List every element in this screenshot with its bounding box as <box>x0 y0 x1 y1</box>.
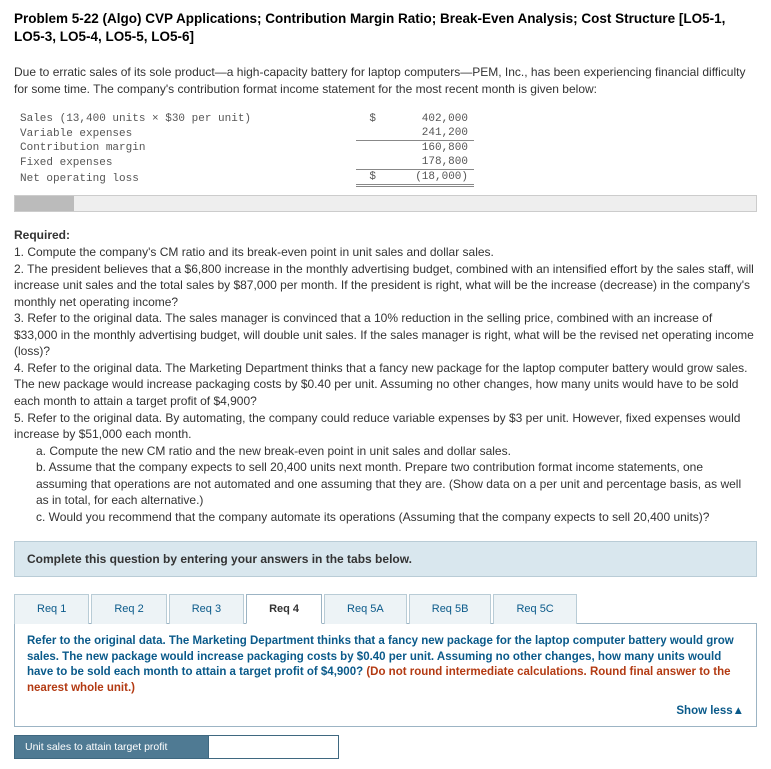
answer-input-label: Unit sales to attain target profit <box>14 735 209 759</box>
row-label: Variable expenses <box>14 126 356 141</box>
instruction-banner: Complete this question by entering your … <box>14 541 757 577</box>
row-value: 241,200 <box>382 126 474 141</box>
row-value: 178,800 <box>382 155 474 170</box>
table-row: Contribution margin 160,800 <box>14 141 474 156</box>
show-less-link[interactable]: Show less▲ <box>676 705 744 717</box>
row-value: (18,000) <box>382 170 474 186</box>
requirement-item: 5. Refer to the original data. By automa… <box>14 410 757 443</box>
requirement-item: 1. Compute the company's CM ratio and it… <box>14 244 757 261</box>
row-label: Contribution margin <box>14 141 356 156</box>
horizontal-scrollbar[interactable] <box>14 195 757 212</box>
tab-bar: Req 1 Req 2 Req 3 Req 4 Req 5A Req 5B Re… <box>14 593 757 624</box>
tab-req5c[interactable]: Req 5C <box>493 594 576 624</box>
row-label: Sales (13,400 units × $30 per unit) <box>14 112 356 126</box>
income-statement: Sales (13,400 units × $30 per unit) $ 40… <box>14 112 757 187</box>
requirement-subitem: c. Would you recommend that the company … <box>36 509 757 526</box>
row-label: Net operating loss <box>14 170 356 186</box>
show-less-row: Show less▲ <box>27 704 744 720</box>
intro-paragraph: Due to erratic sales of its sole product… <box>14 64 757 98</box>
requirement-item: 2. The president believes that a $6,800 … <box>14 261 757 311</box>
requirement-subitem: a. Compute the new CM ratio and the new … <box>36 443 757 460</box>
requirements-list: 1. Compute the company's CM ratio and it… <box>14 244 757 525</box>
tab-req3[interactable]: Req 3 <box>169 594 244 624</box>
panel-instruction: Refer to the original data. The Marketin… <box>27 635 734 694</box>
required-heading: Required: <box>14 228 757 242</box>
scrollbar-thumb[interactable] <box>15 196 74 211</box>
tab-req5b[interactable]: Req 5B <box>409 594 492 624</box>
requirement-subitem: b. Assume that the company expects to se… <box>36 459 757 509</box>
row-value: 402,000 <box>382 112 474 126</box>
table-row: Fixed expenses 178,800 <box>14 155 474 170</box>
row-value: 160,800 <box>382 141 474 156</box>
tab-req1[interactable]: Req 1 <box>14 594 89 624</box>
table-row: Sales (13,400 units × $30 per unit) $ 40… <box>14 112 474 126</box>
row-label: Fixed expenses <box>14 155 356 170</box>
table-row: Net operating loss $ (18,000) <box>14 170 474 186</box>
requirement-item: 3. Refer to the original data. The sales… <box>14 310 757 360</box>
unit-sales-input[interactable] <box>209 735 339 759</box>
answer-input-row: Unit sales to attain target profit <box>14 735 757 759</box>
table-row: Variable expenses 241,200 <box>14 126 474 141</box>
currency-symbol: $ <box>356 170 382 186</box>
currency-symbol: $ <box>356 112 382 126</box>
tab-req2[interactable]: Req 2 <box>91 594 166 624</box>
tab-req4[interactable]: Req 4 <box>246 594 322 624</box>
tab-panel-req4: Refer to the original data. The Marketin… <box>14 624 757 727</box>
problem-title: Problem 5-22 (Algo) CVP Applications; Co… <box>14 10 757 46</box>
tab-req5a[interactable]: Req 5A <box>324 594 407 624</box>
requirement-item: 4. Refer to the original data. The Marke… <box>14 360 757 410</box>
